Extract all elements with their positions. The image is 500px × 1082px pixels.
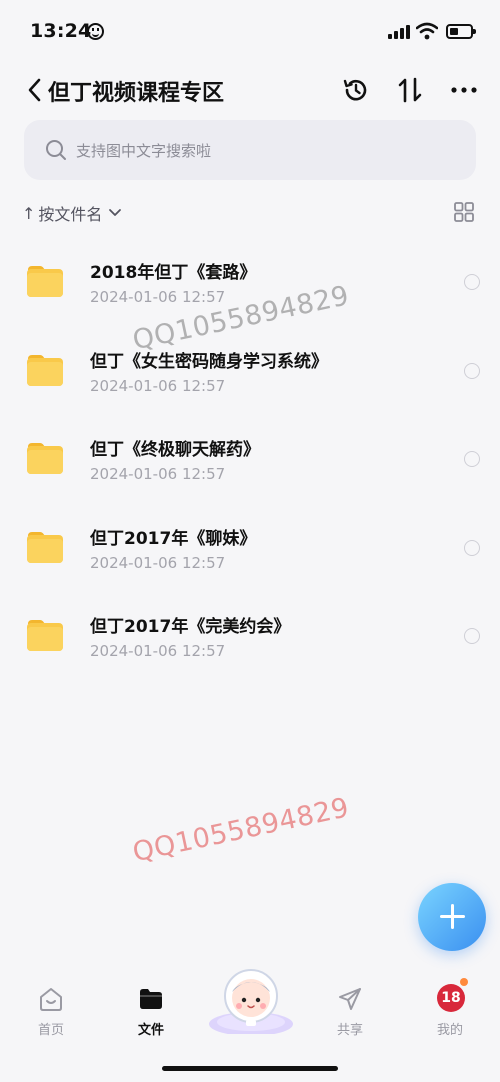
folder-name: 但丁2017年《聊妹》: [90, 528, 257, 549]
send-icon: [339, 988, 361, 1010]
folder-icon: [27, 531, 63, 563]
tab-label: 我的: [436, 1023, 463, 1038]
avatar: 18: [437, 984, 465, 1012]
folder-icon: [27, 266, 63, 297]
folder-row[interactable]: 但丁《终极聊天解药》 2024-01-06 12:57: [0, 417, 500, 506]
select-checkbox[interactable]: [464, 451, 480, 467]
home-icon: [40, 988, 62, 1011]
tab-files[interactable]: 文件: [119, 982, 183, 1042]
smiley-icon: [87, 23, 104, 40]
search-placeholder: 支持图中文字搜索啦: [76, 142, 212, 160]
folder-name: 但丁2017年《完美约会》: [90, 617, 291, 637]
select-checkbox[interactable]: [464, 274, 480, 290]
folder-date: 2024-01-06 12:57: [90, 376, 226, 395]
folder-name: 但丁《女生密码随身学习系统》: [90, 351, 328, 372]
home-indicator: [162, 1066, 338, 1071]
folder-icon: [140, 989, 162, 1009]
tab-home[interactable]: 首页: [19, 982, 83, 1042]
tab-share[interactable]: 共享: [318, 982, 382, 1042]
folder-row[interactable]: 但丁《女生密码随身学习系统》 2024-01-06 12:57: [0, 329, 500, 418]
tab-label: 共享: [336, 1023, 363, 1038]
folder-icon: [27, 443, 63, 474]
sort-order-icon[interactable]: [392, 72, 428, 108]
search-icon: [46, 140, 66, 160]
sort-by-name-button[interactable]: ↑ 按文件名: [22, 202, 122, 224]
folder-name: 2018年但丁《套路》: [90, 263, 257, 283]
nav-bar: 但丁视频课程专区: [0, 68, 500, 112]
folder-icon: [27, 354, 63, 386]
page-title: 但丁视频课程专区: [48, 81, 225, 106]
select-checkbox[interactable]: [464, 628, 480, 644]
notification-badge: [460, 978, 468, 986]
folder-row[interactable]: 但丁2017年《完美约会》 2024-01-06 12:57: [0, 594, 500, 683]
status-bar: 13:24: [0, 0, 500, 64]
sort-arrow-icon: ↑: [22, 203, 36, 223]
tab-me[interactable]: 18 我的: [418, 978, 482, 1042]
add-button[interactable]: [418, 883, 486, 951]
tab-label: 文件: [137, 1023, 164, 1038]
grid-view-icon[interactable]: [452, 200, 476, 224]
folder-icon: [27, 620, 63, 651]
folder-row[interactable]: 但丁2017年《聊妹》 2024-01-06 12:57: [0, 506, 500, 595]
more-icon[interactable]: [446, 72, 482, 108]
signal-icon: [388, 25, 410, 39]
wifi-icon: [416, 22, 438, 40]
sort-bar: ↑ 按文件名: [0, 198, 500, 228]
folder-name: 但丁《终极聊天解药》: [90, 440, 260, 460]
tab-label: 首页: [37, 1023, 64, 1038]
select-checkbox[interactable]: [464, 362, 480, 379]
folder-date: 2024-01-06 12:57: [90, 642, 226, 660]
folder-date: 2024-01-06 12:57: [90, 553, 226, 572]
battery-icon: [446, 24, 476, 39]
history-icon[interactable]: [338, 72, 374, 108]
search-bar[interactable]: 支持图中文字搜索啦: [24, 120, 476, 180]
status-time: 13:24: [30, 20, 92, 42]
chevron-down-icon: [109, 209, 122, 216]
folder-date: 2024-01-06 12:57: [90, 288, 226, 306]
folder-date: 2024-01-06 12:57: [90, 465, 226, 483]
watermark: QQ1055894829: [130, 792, 352, 869]
mascot-assistant-icon[interactable]: [206, 962, 296, 1034]
tab-bar: 首页 文件 共享 18 我的: [0, 962, 500, 1082]
sort-label: 按文件名: [38, 205, 103, 224]
select-checkbox[interactable]: [464, 539, 480, 556]
